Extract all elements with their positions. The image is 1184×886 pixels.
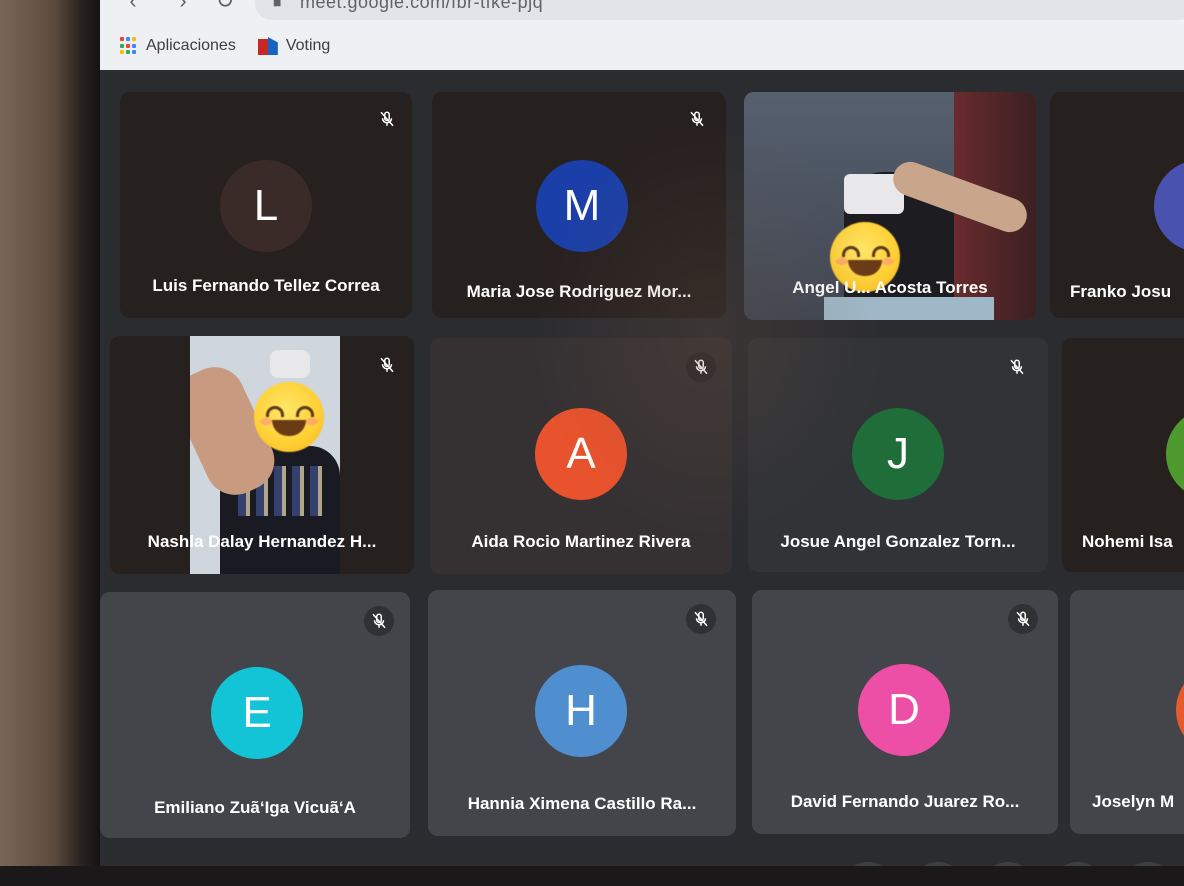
avatar: H (535, 665, 627, 757)
participant-name: Aida Rocio Martinez Rivera (471, 532, 691, 551)
avatar: M (536, 160, 628, 252)
mic-off-icon (1008, 604, 1038, 634)
participant-name: Joselyn M (1092, 792, 1175, 811)
participant-name: Nohemi Isa (1082, 532, 1173, 551)
voting-logo-icon (257, 37, 278, 55)
participant-name: Nashla Dalay Hernandez H... (147, 532, 377, 551)
participant-tile[interactable]: J Josue Angel Gonzalez Torn... (748, 338, 1048, 572)
url-text: meet.google.com/fbr-tfke-pjq (300, 0, 544, 12)
participant-name: Maria Jose Rodriguez Mor... (466, 282, 692, 301)
bookmark-label: Aplicaciones (146, 37, 236, 54)
emoji-face-icon (254, 382, 324, 452)
avatar: D (858, 664, 950, 756)
participant-name: Franko Josu (1070, 282, 1172, 301)
avatar: J (852, 408, 944, 500)
bookmark-label: Voting (285, 37, 331, 54)
participant-name: Hannia Ximena Castillo Ra... (467, 794, 697, 813)
avatar (1176, 664, 1184, 756)
participant-tile[interactable]: Nohemi Isa (1062, 338, 1184, 572)
forward-icon[interactable]: › (170, 0, 196, 14)
participant-tile-video[interactable]: Angel U... Acosta Torres (744, 92, 1036, 320)
mic-off-icon (372, 104, 402, 134)
participant-tile[interactable]: H Hannia Ximena Castillo Ra... (428, 590, 736, 836)
mic-off-icon (364, 606, 394, 636)
monitor-bezel-bottom (0, 866, 1184, 886)
avatar: E (211, 667, 303, 759)
back-icon[interactable]: ‹ (120, 0, 146, 14)
screen: ‹ › ↻ ■ meet.google.com/fbr-tfke-pjq Apl… (100, 0, 1184, 870)
lock-icon: ■ (273, 0, 282, 10)
participant-tile[interactable]: E Emiliano Zuã‘Iga Vicuã‘A (100, 592, 410, 838)
avatar: A (535, 408, 627, 500)
avatar (1166, 408, 1184, 500)
participant-tile-video[interactable]: Nashla Dalay Hernandez H... (110, 336, 414, 574)
participant-name: Emiliano Zuã‘Iga Vicuã‘A (154, 798, 356, 817)
avatar: L (220, 160, 312, 252)
participant-name: David Fernando Juarez Ro... (790, 792, 1020, 811)
participant-tile[interactable]: M Maria Jose Rodriguez Mor... (432, 92, 726, 318)
participant-tile[interactable]: A Aida Rocio Martinez Rivera (430, 338, 732, 574)
participant-tile[interactable]: L Luis Fernando Tellez Correa (120, 92, 412, 318)
browser-chrome: ‹ › ↻ ■ meet.google.com/fbr-tfke-pjq Apl… (100, 0, 1184, 70)
monitor-bezel (0, 0, 100, 886)
participant-tile[interactable]: Joselyn M (1070, 590, 1184, 834)
reload-icon[interactable]: ↻ (212, 0, 238, 14)
mic-off-icon (686, 352, 716, 382)
bookmarks-bar: Aplicaciones Voting (120, 32, 330, 60)
participant-tile[interactable]: D David Fernando Juarez Ro... (752, 590, 1058, 834)
mic-off-icon (682, 104, 712, 134)
mic-off-icon (1002, 352, 1032, 382)
participant-name: Luis Fernando Tellez Correa (152, 276, 380, 295)
participant-name: Angel U... Acosta Torres (792, 278, 988, 297)
bookmark-voting[interactable]: Voting (257, 37, 331, 55)
address-bar[interactable]: ■ meet.google.com/fbr-tfke-pjq (255, 0, 1184, 20)
mic-off-icon (686, 604, 716, 634)
participant-tile[interactable]: Franko Josu (1050, 92, 1184, 318)
mic-off-icon (372, 350, 402, 380)
avatar (1154, 160, 1184, 252)
bookmark-aplicaciones[interactable]: Aplicaciones (120, 37, 236, 55)
apps-grid-icon (120, 37, 138, 55)
participant-name: Josue Angel Gonzalez Torn... (780, 532, 1016, 551)
